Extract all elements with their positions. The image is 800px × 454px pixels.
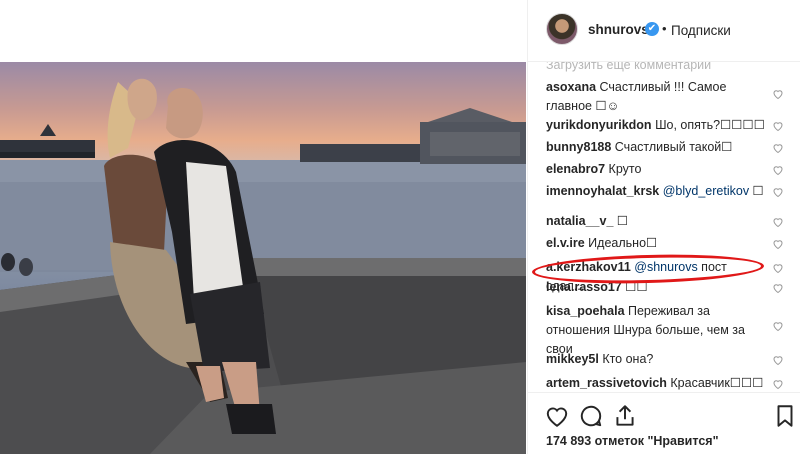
heart-outline-icon[interactable] — [772, 186, 784, 198]
comment-username[interactable]: mikkey5l — [546, 352, 599, 366]
comments-list: Загрузить еще комментарии asoxana Счастл… — [528, 62, 800, 392]
comment-text: Круто — [608, 162, 642, 176]
heart-outline-icon[interactable] — [772, 164, 784, 176]
comment-item: elenabro7 Круто — [546, 160, 766, 179]
heart-outline-icon[interactable] — [772, 378, 784, 390]
post-sidebar: shnurovs ✔ • Подписки Загрузить еще комм… — [527, 0, 800, 454]
comment-text: ☐ — [616, 214, 629, 228]
comment-username[interactable]: yurikdonyurikdon — [546, 118, 652, 132]
comment-username[interactable]: kisa_poehala — [546, 304, 625, 318]
heart-outline-icon[interactable] — [772, 282, 784, 294]
heart-outline-icon[interactable] — [772, 320, 784, 332]
heart-outline-icon[interactable] — [772, 142, 784, 154]
heart-outline-icon[interactable] — [772, 88, 784, 100]
comment-text: Идеально☐ — [588, 236, 658, 250]
post-photo[interactable] — [0, 62, 526, 454]
comment-item: el.v.ire Идеально☐ — [546, 234, 766, 253]
comment-item: mikkey5l Кто она? — [546, 350, 766, 369]
following-button[interactable]: Подписки — [671, 23, 731, 38]
heart-outline-icon[interactable] — [772, 354, 784, 366]
heart-outline-icon[interactable] — [772, 120, 784, 132]
likes-count[interactable]: 174 893 отметок "Нравится" — [546, 434, 719, 448]
comment-item: yurikdonyurikdon Шо, опять?☐☐☐☐ — [546, 116, 766, 135]
comment-item: natalia__v_ ☐ — [546, 212, 766, 231]
post-actions-bar: 174 893 отметок "Нравится" — [528, 392, 800, 454]
comment-username[interactable]: elenabro7 — [546, 162, 605, 176]
comment-username[interactable]: asoxana — [546, 80, 596, 94]
comment-username[interactable]: bunny8188 — [546, 140, 611, 154]
comment-text: ☐ — [749, 184, 764, 198]
avatar[interactable] — [546, 13, 578, 45]
comment-text: Счастливый такой☐ — [614, 140, 733, 154]
comment-text: Красавчик☐☐☐ — [670, 376, 764, 390]
share-icon[interactable] — [612, 403, 638, 429]
heart-outline-icon[interactable] — [772, 216, 784, 228]
comment-mention-link[interactable]: @blyd_eretikov — [663, 184, 749, 198]
comment-item: imennoyhalat_krsk @blyd_eretikov ☐ — [546, 182, 766, 201]
comment-bubble-icon[interactable] — [578, 403, 604, 429]
photo-scene — [0, 78, 526, 454]
verified-badge-icon: ✔ — [645, 22, 659, 36]
author-username[interactable]: shnurovs — [588, 22, 649, 37]
heart-outline-icon[interactable] — [772, 262, 784, 274]
comment-item: artem_rassivetovich Красавчик☐☐☐ — [546, 374, 766, 392]
comment-username[interactable]: natalia__v_ — [546, 214, 613, 228]
heart-outline-icon[interactable] — [772, 238, 784, 250]
post-header: shnurovs ✔ • Подписки — [528, 0, 800, 62]
like-heart-icon[interactable] — [544, 403, 570, 429]
comment-username[interactable]: imennoyhalat_krsk — [546, 184, 659, 198]
comment-text: Шо, опять?☐☐☐☐ — [655, 118, 765, 132]
comment-item: asoxana Счастливый !!! Самое главное ☐☺ — [546, 78, 766, 116]
comment-item: bunny8188 Счастливый такой☐ — [546, 138, 766, 157]
load-more-comments-link[interactable]: Загрузить еще комментарии — [546, 62, 711, 72]
separator-dot: • — [662, 21, 667, 36]
comment-username[interactable]: artem_rassivetovich — [546, 376, 667, 390]
bookmark-icon[interactable] — [772, 403, 798, 429]
comment-username[interactable]: el.v.ire — [546, 236, 585, 250]
comment-text: Кто она? — [602, 352, 654, 366]
